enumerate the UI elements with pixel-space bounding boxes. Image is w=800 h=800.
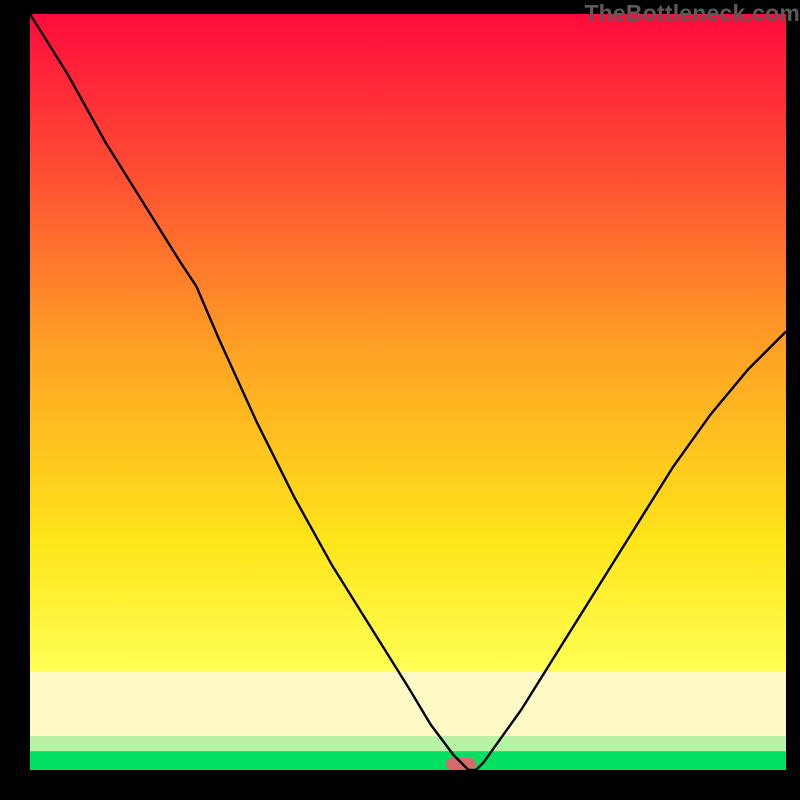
pale-yellow-band [30,672,786,736]
chart-frame: TheBottleneck.com [0,0,800,800]
chart-svg [30,14,786,770]
pale-green-band [30,736,786,751]
chart-plot-area [30,14,786,770]
watermark-text: TheBottleneck.com [584,0,800,27]
gradient-background [30,14,786,770]
green-band [30,751,786,770]
